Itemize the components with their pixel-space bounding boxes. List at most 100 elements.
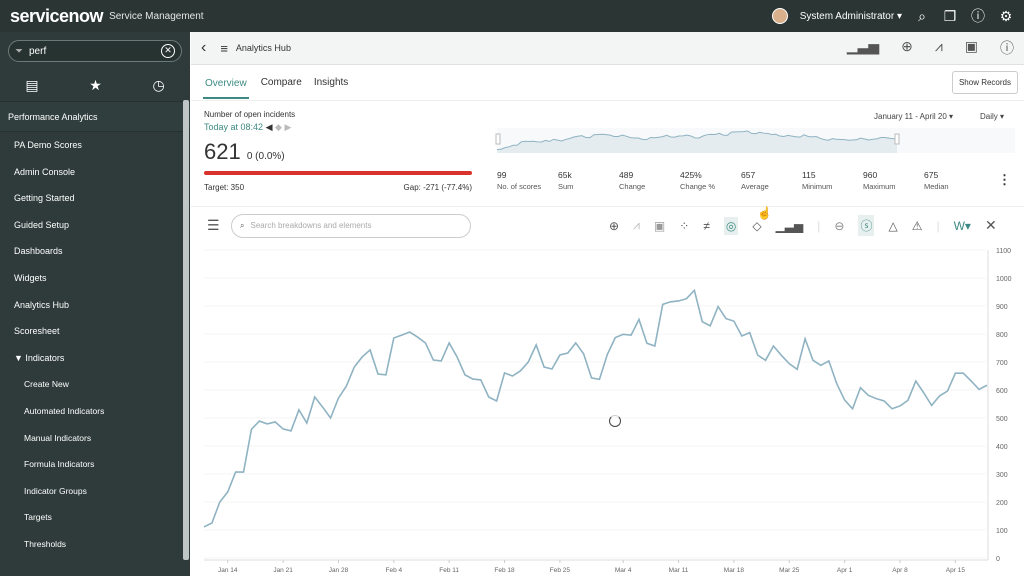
data-point[interactable] <box>976 386 982 392</box>
comment-icon[interactable]: ▣ <box>654 219 665 233</box>
close-icon[interactable]: ✕ <box>985 217 997 234</box>
data-point[interactable] <box>502 370 508 376</box>
sidebar-item[interactable]: Getting Started <box>0 185 190 212</box>
clear-filter-icon[interactable]: ✕ <box>161 44 175 58</box>
data-point[interactable] <box>865 392 871 398</box>
trend-icon[interactable]: ⩘ <box>935 38 943 58</box>
data-point[interactable] <box>422 340 428 346</box>
sidebar-item[interactable]: Widgets <box>0 265 190 292</box>
data-point[interactable] <box>589 375 595 381</box>
data-point[interactable] <box>525 359 531 365</box>
data-point[interactable] <box>628 332 634 338</box>
score-changes-icon[interactable]: ◎ <box>723 216 739 235</box>
data-point[interactable] <box>430 357 436 363</box>
data-point[interactable] <box>731 318 737 324</box>
data-point[interactable] <box>256 418 262 424</box>
data-point[interactable] <box>723 316 729 322</box>
data-point[interactable] <box>660 301 666 307</box>
data-point[interactable] <box>794 366 800 372</box>
data-point[interactable] <box>541 364 547 370</box>
data-point[interactable] <box>470 376 476 382</box>
data-point[interactable] <box>786 361 792 367</box>
data-point[interactable] <box>842 397 848 403</box>
data-point[interactable] <box>905 397 911 403</box>
data-point[interactable] <box>343 383 349 389</box>
tab-compare[interactable]: Compare <box>261 77 302 88</box>
sidebar-item[interactable]: Dashboards <box>0 238 190 265</box>
data-point[interactable] <box>241 469 247 475</box>
bar-chart-icon[interactable]: ▁▃▅ <box>847 38 879 58</box>
sidebar-item[interactable]: Analytics Hub <box>0 292 190 319</box>
sidebar-item[interactable]: ▼ Indicators <box>0 345 190 372</box>
data-point[interactable] <box>462 372 468 378</box>
user-menu[interactable]: System Administrator ▾ <box>800 11 902 22</box>
all-apps-icon[interactable]: ▤ <box>25 77 38 94</box>
data-point[interactable] <box>328 415 334 421</box>
data-point[interactable] <box>351 364 357 370</box>
data-point[interactable] <box>533 342 539 348</box>
data-point[interactable] <box>755 352 761 358</box>
sidebar-subitem[interactable]: Manual Indicators <box>0 425 190 452</box>
data-point[interactable] <box>288 428 294 434</box>
data-point[interactable] <box>596 376 602 382</box>
data-point[interactable] <box>873 396 879 402</box>
data-point[interactable] <box>478 377 484 383</box>
sidebar-item[interactable]: Scoresheet <box>0 318 190 345</box>
data-point[interactable] <box>937 393 943 399</box>
data-point[interactable] <box>707 323 713 329</box>
trendline-icon[interactable]: ≠ <box>703 219 710 233</box>
data-point[interactable] <box>359 354 365 360</box>
data-point[interactable] <box>699 319 705 325</box>
data-point[interactable] <box>415 334 421 340</box>
data-point[interactable] <box>312 394 318 400</box>
data-point[interactable] <box>747 330 753 336</box>
star-icon[interactable]: ★ <box>89 77 102 94</box>
data-point[interactable] <box>984 382 990 388</box>
servicenow-logo[interactable]: servicenow <box>10 6 104 27</box>
data-point[interactable] <box>399 332 405 338</box>
comment-icon[interactable]: ▣ <box>965 38 978 58</box>
data-point[interactable] <box>952 370 958 376</box>
data-point[interactable] <box>889 406 895 412</box>
threshold-icon[interactable]: △ <box>888 219 897 233</box>
data-point[interactable] <box>763 357 769 363</box>
data-point[interactable] <box>857 385 863 391</box>
sidebar-subitem[interactable]: Create New <box>0 371 190 398</box>
data-point[interactable] <box>691 287 697 293</box>
info-icon[interactable]: ⓘ <box>1000 38 1014 58</box>
data-point[interactable] <box>968 378 974 384</box>
sidebar-subitem[interactable]: Formula Indicators <box>0 451 190 478</box>
range-handle-right[interactable] <box>894 133 900 145</box>
frequency-select[interactable]: Daily ▾ <box>980 112 1004 121</box>
data-point[interactable] <box>715 304 721 310</box>
data-point[interactable] <box>913 378 919 384</box>
nav-section-performance-analytics[interactable]: Performance Analytics <box>0 102 190 132</box>
trend-chart[interactable]: 0 100 200 300 400 500 600 700 800 900 1000 1100 Jan … <box>191 244 1024 576</box>
bar-chart-icon[interactable]: ▁▃▅ <box>776 219 804 233</box>
date-range-select[interactable]: January 11 - April 20 ▾ <box>874 112 953 121</box>
data-point[interactable] <box>407 329 413 335</box>
menu-icon[interactable]: ≡ <box>220 41 228 56</box>
data-point[interactable] <box>217 499 223 505</box>
data-point[interactable] <box>897 403 903 409</box>
data-point[interactable] <box>652 343 658 349</box>
data-point[interactable] <box>367 347 373 353</box>
prev-score-arrow[interactable]: ◀ <box>266 122 273 132</box>
average-icon[interactable]: ⊖ <box>834 219 844 233</box>
sidebar-subitem[interactable]: Automated Indicators <box>0 398 190 425</box>
data-point[interactable] <box>225 489 231 495</box>
data-point[interactable] <box>604 351 610 357</box>
next-score-arrow[interactable]: ▶ <box>284 122 291 132</box>
crosshair-icon[interactable]: ⊕ <box>609 219 619 233</box>
overview-sparkline[interactable] <box>495 126 1015 154</box>
data-point[interactable] <box>668 299 674 305</box>
data-point[interactable] <box>683 296 689 302</box>
data-point[interactable] <box>612 335 618 341</box>
data-point[interactable] <box>454 354 460 360</box>
data-point[interactable] <box>778 352 784 358</box>
data-point[interactable] <box>383 372 389 378</box>
data-point[interactable] <box>810 357 816 363</box>
data-point[interactable] <box>264 421 270 427</box>
crosshair-icon[interactable]: ⊕ <box>901 38 913 58</box>
data-point[interactable] <box>320 404 326 410</box>
